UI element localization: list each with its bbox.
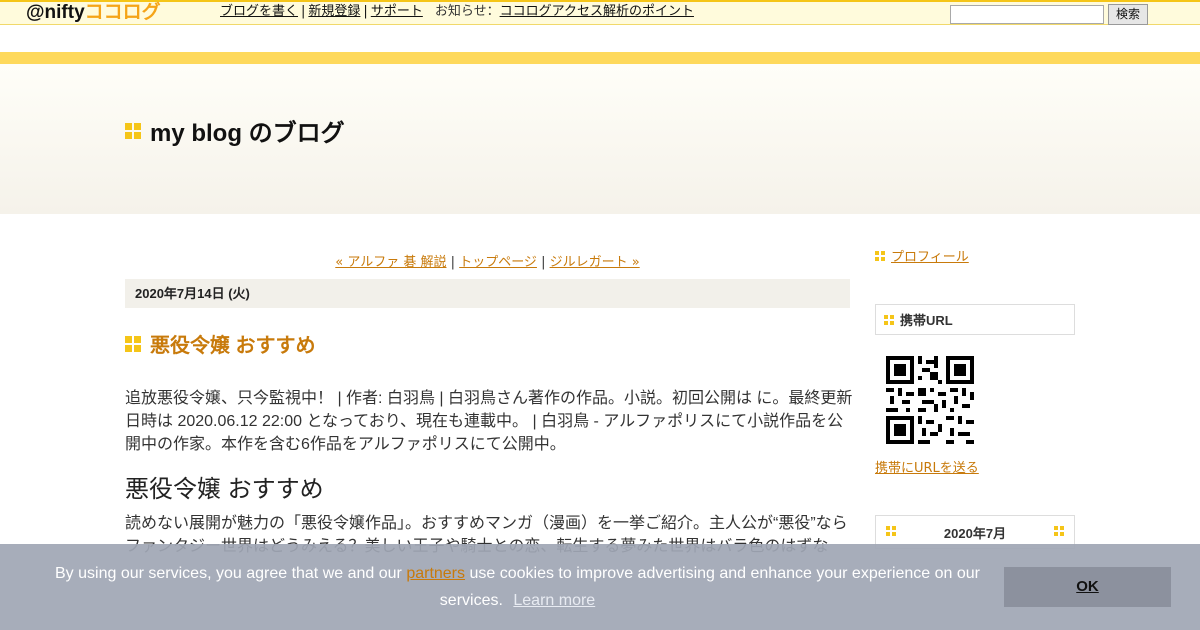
squares-icon (125, 335, 141, 352)
squares-icon (884, 314, 894, 325)
entry-title[interactable]: 悪役令嬢 おすすめ (125, 329, 316, 358)
entry-navigation: « アルファ 碁 解説 | トップページ | ジルレガート » (125, 251, 850, 270)
logo-main: ココログ (84, 2, 161, 23)
cookie-ok-button[interactable]: OK (1004, 567, 1171, 607)
write-blog-link[interactable]: ブログを書く (220, 4, 298, 19)
sidebar-profile: プロフィール (875, 246, 969, 265)
logo-prefix: @nifty (26, 2, 85, 23)
top-navigation: ブログを書く | 新規登録 | サポート お知らせ：ココログアクセス解析のポイント (220, 3, 694, 21)
squares-icon (886, 526, 896, 536)
squares-icon (125, 122, 141, 139)
register-link[interactable]: 新規登録 (308, 4, 360, 19)
entry-nav-separator: | (541, 255, 546, 270)
learn-more-link[interactable]: Learn more (513, 592, 595, 609)
mobile-url-heading: 携帯URL (875, 304, 1075, 335)
mobile-url-title: 携帯URL (900, 313, 953, 328)
cookie-consent-banner: By using our services, you agree that we… (0, 544, 1200, 630)
nav-separator: | (363, 4, 368, 19)
qr-code-icon (886, 356, 974, 444)
partners-link[interactable]: partners (406, 565, 465, 582)
nav-separator: | (301, 4, 306, 19)
cookie-consent-text: By using our services, you agree that we… (40, 560, 995, 614)
entry-date: 2020年7月14日 (火) (125, 279, 850, 308)
blog-title[interactable]: my blog のブログ (125, 113, 345, 148)
send-url-container: 携帯にURLを送る (875, 457, 979, 476)
send-url-link[interactable]: 携帯にURLを送る (875, 461, 979, 476)
next-entry-link[interactable]: ジルレガート » (550, 255, 640, 270)
header-stripe (0, 52, 1200, 64)
profile-link[interactable]: プロフィール (891, 246, 969, 265)
notice-label: お知らせ (434, 4, 487, 19)
support-link[interactable]: サポート (371, 4, 423, 19)
notice-link[interactable]: ココログアクセス解析のポイント (500, 4, 694, 19)
search-input[interactable] (950, 5, 1104, 24)
blog-title-text: my blog のブログ (150, 120, 345, 147)
entry-subheading: 悪役令嬢 おすすめ (125, 476, 324, 503)
squares-icon (1054, 526, 1064, 536)
calendar-title: 2020年7月 (943, 525, 1007, 541)
entry-title-text: 悪役令嬢 おすすめ (150, 335, 316, 357)
cookie-text-before: By using our services, you agree that we… (55, 565, 402, 582)
prev-entry-link[interactable]: « アルファ 碁 解説 (335, 255, 446, 270)
notice-colon: ： (486, 4, 500, 19)
search-button[interactable]: 検索 (1108, 4, 1148, 25)
entry-nav-separator: | (450, 255, 456, 270)
nifty-toolbar: @niftyココログ ブログを書く | 新規登録 | サポート お知らせ：ココログアクセス… (0, 0, 1200, 25)
squares-icon (875, 250, 885, 261)
entry-body-paragraph: 追放悪役令嬢、只今監視中！ | 作者: 白羽鳥 | 白羽鳥さん著作の作品。小説。… (125, 390, 853, 453)
nifty-cocolog-logo[interactable]: @niftyココログ (26, 3, 161, 23)
top-page-link[interactable]: トップページ (459, 255, 537, 270)
